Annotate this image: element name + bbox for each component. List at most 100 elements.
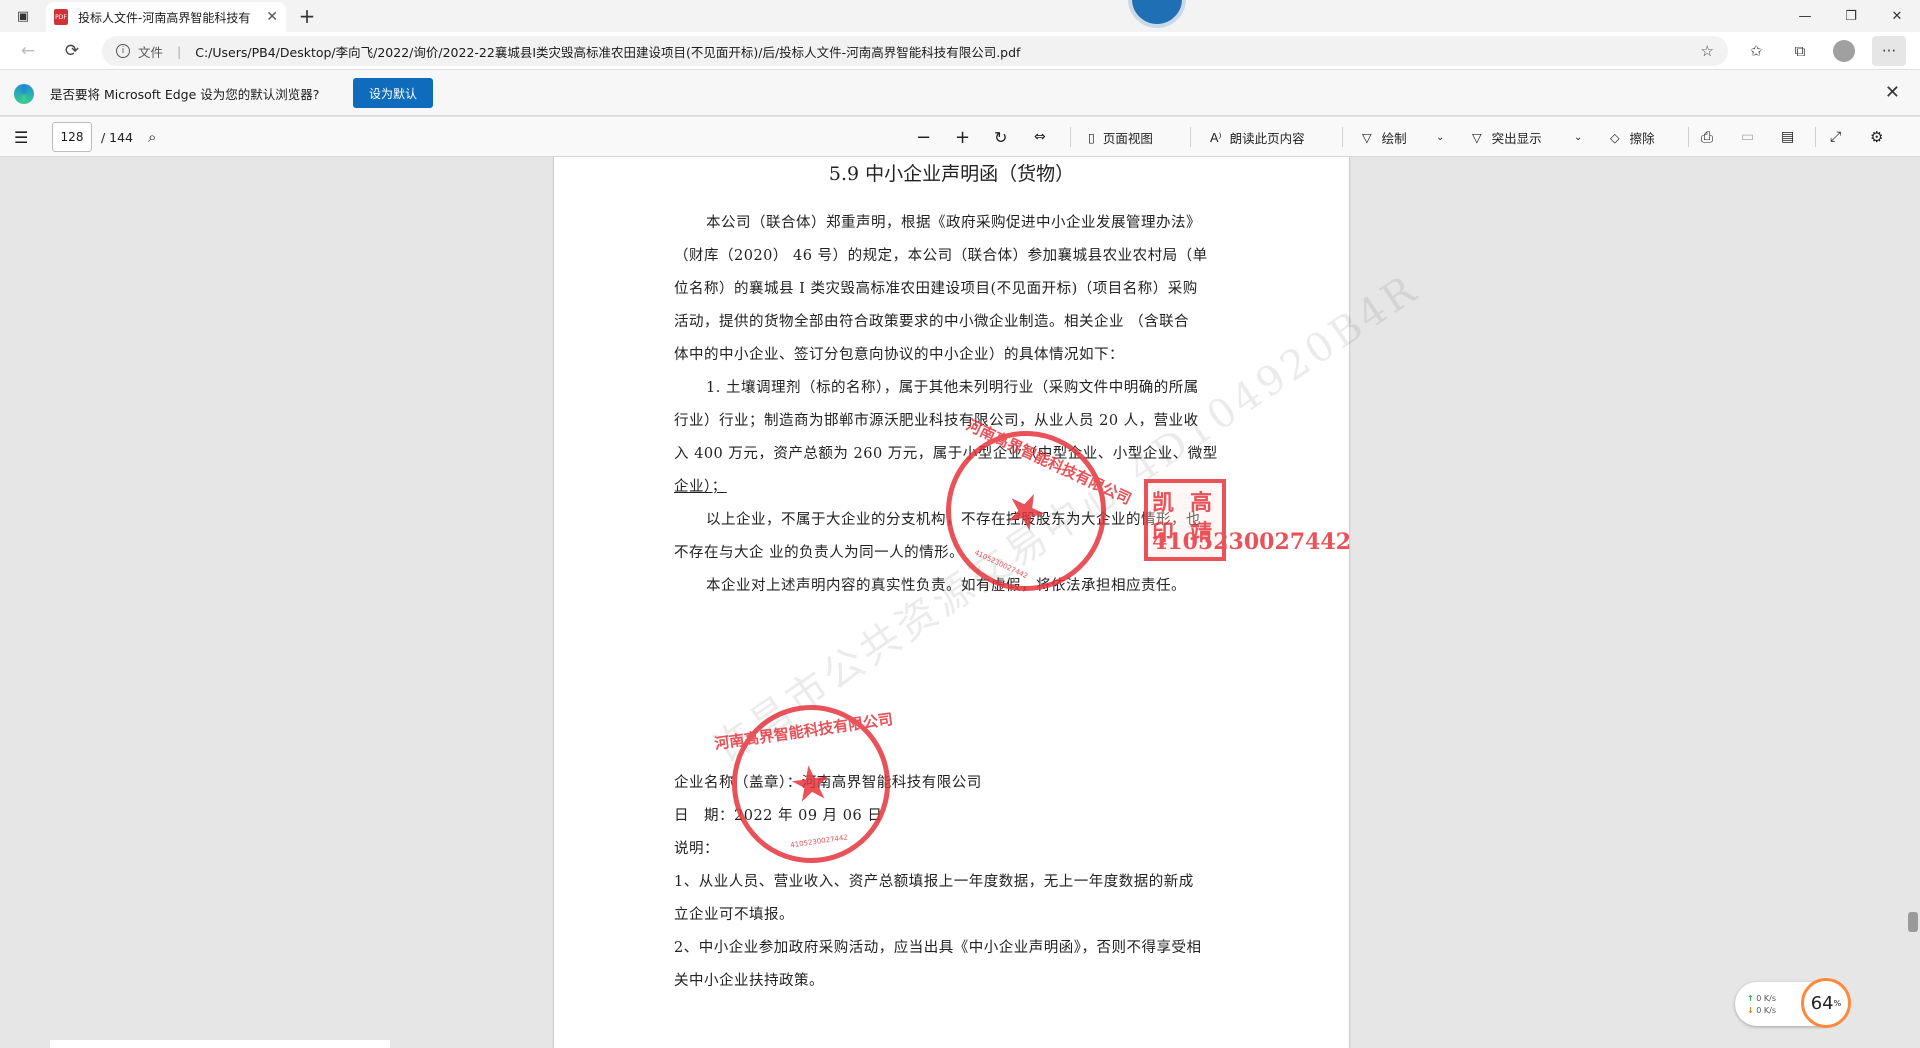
close-tab-icon[interactable]: ✕ [266,9,278,25]
text-line: （财库（2020） 46 号）的规定，本公司（联合体）参加襄城县农业农村局（单 [674,248,1208,264]
personal-seal: 凯 高 印 靖 4105230027442 [1144,479,1351,561]
title-bar: ▣ PDF 投标人文件-河南高界智能科技有 ✕ + — ❐ ✕ [0,0,1920,32]
new-tab-button[interactable]: + [292,0,322,32]
text-line: 企业）； [674,479,727,495]
infobar-close-icon[interactable]: ✕ [1885,82,1900,103]
seal-number: 4105230027442 [1152,529,1351,555]
page-view-label: 页面视图 [1102,130,1153,146]
search-icon[interactable]: ⌕ [148,117,156,157]
draw-icon: ▽ [1362,129,1372,145]
highlight-label: 突出显示 [1491,130,1542,146]
url-scheme-label: 文件 [138,44,164,60]
refresh-icon[interactable]: ⟳ [56,32,88,70]
add-favorite-icon[interactable]: ☆ [1701,42,1714,60]
text-line: 活动，提供的货物全部由符合政策要求的中小微企业制造。相关企业 （含联合 [674,314,1190,330]
default-browser-infobar: 是否要将 Microsoft Edge 设为您的默认浏览器? 设为默认 ✕ [0,70,1920,116]
draw-button[interactable]: ▽ 绘制 [1362,117,1407,157]
highlight-options-chevron-icon[interactable]: ⌄ [1574,117,1582,157]
toolbar-divider [1190,127,1191,147]
text-line: 1. 土壤调理剂（标的名称），属于其他未列明行业（采购文件中明确的所属 [706,380,1199,396]
more-menu-icon[interactable]: ··· [1872,36,1906,66]
download-speed: ↓ 0 K/s [1747,1006,1776,1015]
text-line: 体中的中小企业、签订分包意向协议的中小企业）的具体情况如下： [674,347,1124,363]
text-line: 位名称）的襄城县 I 类灾毁高标准农田建设项目(不见面开标)（项目名称）采购 [674,281,1198,297]
pdf-viewer[interactable]: 5.9 中小企业声明函（货物） 本公司（联合体）郑重声明，根据《政府采购促进中小… [0,157,1920,1048]
rotate-icon[interactable]: ↻ [994,117,1007,157]
usage-gauge: 64% [1801,978,1851,1028]
highlight-button[interactable]: ▽ 突出显示 [1472,117,1542,157]
settings-icon[interactable]: ⚙ [1870,117,1883,157]
edge-logo-icon [14,84,34,104]
seal-char: 高 [1190,490,1213,516]
seal-char: 凯 [1152,490,1175,516]
toolbar-divider [1688,127,1689,147]
note-line: 1、从业人员、营业收入、资产总额填报上一年度数据，无上一年度数据的新成 [674,874,1194,890]
note-line: 关中小企业扶持政策。 [674,973,824,989]
draw-label: 绘制 [1381,130,1407,146]
network-monitor-widget[interactable]: ↑ 0 K/s ↓ 0 K/s 64% [1735,978,1851,1028]
tab-active[interactable]: PDF 投标人文件-河南高界智能科技有 ✕ [46,2,286,32]
eraser-icon: ◇ [1610,129,1620,145]
fit-page-icon[interactable]: ⇔ [1034,117,1046,157]
url-separator: | [177,43,182,59]
address-field[interactable]: i 文件 | C:/Users/PB4/Desktop/李向飞/2022/询价/… [102,36,1728,66]
text-line: 本公司（联合体）郑重声明，根据《政府采购促进中小企业发展管理办法》 [706,215,1201,231]
erase-button[interactable]: ◇ 擦除 [1610,117,1655,157]
read-aloud-label: 朗读此页内容 [1229,130,1305,146]
gauge-unit: % [1833,998,1842,1008]
text-line: 行业）行业；制造商为邯郸市源沃肥业科技有限公司，从业人员 20 人，营业收 [674,413,1199,429]
upload-speed: ↑ 0 K/s [1747,994,1776,1003]
page-number-input[interactable]: 128 [52,122,92,152]
pdf-page: 5.9 中小企业声明函（货物） 本公司（联合体）郑重声明，根据《政府采购促进中小… [554,157,1427,1048]
back-icon[interactable]: ← [12,32,44,70]
seal-number: 4105230027442 [789,833,849,850]
info-icon[interactable]: i [116,44,130,58]
read-aloud-icon: A⁾ [1210,129,1222,145]
print-icon[interactable]: ⎙ [1701,117,1713,157]
infobar-message: 是否要将 Microsoft Edge 设为您的默认浏览器? [50,87,320,102]
address-bar-row: ← ⟳ i 文件 | C:/Users/PB4/Desktop/李向飞/2022… [0,32,1920,70]
gauge-value: 64 [1810,992,1834,1014]
upload-speed-value: 0 K/s [1756,994,1776,1003]
save-icon[interactable]: ▭ [1741,117,1754,157]
close-window-button[interactable]: ✕ [1874,0,1920,32]
set-default-button[interactable]: 设为默认 [353,78,433,108]
save-as-icon[interactable]: ▤ [1781,117,1794,157]
tab-title: 投标人文件-河南高界智能科技有 [78,10,251,25]
text-line: 不存在与大企 业的负责人为同一人的情形。 [674,545,965,561]
favorites-icon[interactable]: ✩ [1738,32,1774,70]
restore-button[interactable]: ❐ [1828,0,1874,32]
toolbar-divider [1342,127,1343,147]
url-text[interactable]: C:/Users/PB4/Desktop/李向飞/2022/询价/2022-22… [195,42,1020,61]
page-total: / 144 [101,129,134,145]
page-view-icon: ▯ [1088,129,1095,145]
zoom-out-icon[interactable]: − [916,117,931,157]
notes-heading: 说明： [674,841,719,857]
horizontal-scrollbar[interactable] [50,1040,390,1048]
collections-icon[interactable]: ⧉ [1782,32,1818,70]
tab-actions-icon[interactable]: ▣ [10,0,36,32]
zoom-in-icon[interactable]: + [955,117,970,157]
note-line: 2、中小企业参加政府采购活动，应当出具《中小企业声明函》，否则不得享受相 [674,940,1202,956]
profile-avatar[interactable] [1826,32,1862,70]
erase-label: 擦除 [1629,130,1655,146]
seal-star-icon: ★ [994,476,1058,546]
page-title: 5.9 中小企业声明函（货物） [828,163,1075,185]
seal-number: 4105230027442 [973,548,1029,581]
note-line: 立企业可不填报。 [674,907,794,923]
toolbar-divider [1070,127,1071,147]
toolbar-divider [1815,127,1816,147]
highlight-icon: ▽ [1472,129,1482,145]
fullscreen-icon[interactable]: ⤢ [1830,117,1841,157]
floating-app-icon[interactable] [1128,0,1186,28]
read-aloud-button[interactable]: A⁾ 朗读此页内容 [1210,117,1305,157]
pdf-icon: PDF [54,9,68,25]
draw-options-chevron-icon[interactable]: ⌄ [1436,117,1444,157]
contents-icon[interactable]: ☰ [14,117,28,157]
seal-star-icon: ★ [785,753,837,815]
page-view-button[interactable]: ▯ 页面视图 [1088,117,1153,157]
download-speed-value: 0 K/s [1756,1006,1776,1015]
scrollbar-thumb[interactable] [1908,912,1918,932]
minimize-button[interactable]: — [1782,0,1828,32]
avatar [1833,40,1855,62]
